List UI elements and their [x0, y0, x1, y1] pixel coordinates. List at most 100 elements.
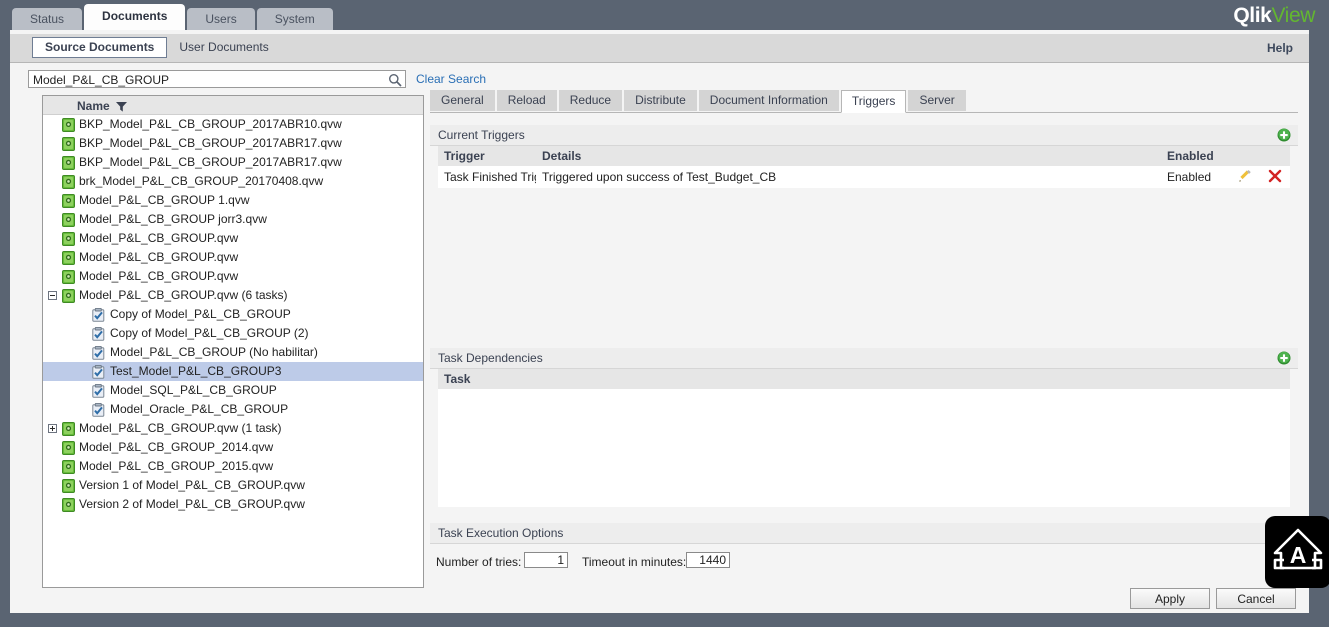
sub-navigation: Source Documents User Documents	[32, 37, 281, 58]
task-icon	[92, 383, 105, 398]
svg-text:A: A	[1290, 542, 1307, 568]
list-item[interactable]: Version 2 of Model_P&L_CB_GROUP.qvw	[43, 495, 423, 514]
list-item-label: BKP_Model_P&L_CB_GROUP_2017ABR17.qvw	[79, 136, 342, 150]
list-item[interactable]: Model_Oracle_P&L_CB_GROUP	[43, 400, 423, 419]
sub-tab-source-documents[interactable]: Source Documents	[32, 37, 168, 58]
main-tab-users[interactable]: Users	[187, 8, 255, 30]
list-item[interactable]: Model_P&L_CB_GROUP.qvw	[43, 229, 423, 248]
list-item[interactable]: Model_P&L_CB_GROUP (No habilitar)	[43, 343, 423, 362]
number-of-tries-field[interactable]	[524, 552, 568, 568]
application-window: Status Documents Users System QlikView S…	[0, 0, 1329, 627]
list-item[interactable]: Model_P&L_CB_GROUP_2014.qvw	[43, 438, 423, 457]
document-icon	[62, 118, 75, 132]
document-icon	[62, 479, 75, 493]
funnel-icon[interactable]	[116, 101, 127, 115]
list-item-label: Model_P&L_CB_GROUP (No habilitar)	[110, 345, 318, 359]
add-trigger-button[interactable]	[1277, 128, 1291, 142]
list-item[interactable]: Version 1 of Model_P&L_CB_GROUP.qvw	[43, 476, 423, 495]
document-list-body[interactable]: BKP_Model_P&L_CB_GROUP_2017ABR10.qvw BKP…	[43, 115, 423, 588]
list-item-label: Model_Oracle_P&L_CB_GROUP	[110, 402, 289, 416]
main-tab-status[interactable]: Status	[12, 8, 83, 30]
content-area: Source Documents User Documents Help Cle	[10, 30, 1309, 613]
list-item[interactable]: Model_P&L_CB_GROUP_2015.qvw	[43, 457, 423, 476]
qlikview-logo: QlikView	[1233, 4, 1315, 28]
document-icon	[62, 441, 75, 455]
timeout-label: Timeout in minutes:	[582, 555, 687, 569]
detail-tab-server[interactable]: Server	[908, 90, 966, 111]
number-of-tries-input[interactable]	[525, 553, 567, 567]
trigger-name: Task Finished Trigge	[444, 170, 536, 184]
list-item[interactable]: Model_P&L_CB_GROUP.qvw	[43, 248, 423, 267]
list-item[interactable]: Model_P&L_CB_GROUP jorr3.qvw	[43, 210, 423, 229]
list-item[interactable]: Model_P&L_CB_GROUP.qvw	[43, 267, 423, 286]
list-item-label: BKP_Model_P&L_CB_GROUP_2017ABR17.qvw	[79, 155, 342, 169]
list-item[interactable]: Model_P&L_CB_GROUP.qvw (6 tasks)	[43, 286, 423, 305]
search-box[interactable]	[28, 70, 406, 88]
search-icon[interactable]	[388, 73, 402, 87]
detail-tab-general[interactable]: General	[430, 90, 495, 111]
list-item[interactable]: Model_SQL_P&L_CB_GROUP	[43, 381, 423, 400]
list-item-label: Version 2 of Model_P&L_CB_GROUP.qvw	[79, 497, 305, 511]
document-icon	[62, 460, 75, 474]
task-icon	[92, 402, 105, 417]
apply-button[interactable]: Apply	[1130, 588, 1210, 609]
edit-pencil-icon[interactable]	[1238, 169, 1252, 186]
triggers-grid-header: Trigger Details Enabled	[438, 146, 1290, 166]
delete-x-icon[interactable]	[1268, 169, 1282, 186]
document-icon	[62, 137, 75, 151]
task-dependencies-header: Task Dependencies	[430, 348, 1298, 369]
right-pane: General Reload Reduce Distribute Document In…	[430, 90, 1298, 614]
main-tab-documents[interactable]: Documents	[84, 4, 186, 30]
sub-tab-user-documents[interactable]: User Documents	[167, 37, 280, 58]
list-item[interactable]: Copy of Model_P&L_CB_GROUP	[43, 305, 423, 324]
document-list-header: Name	[43, 96, 423, 115]
trigger-column-enabled: Enabled	[1167, 149, 1214, 163]
trigger-details: Triggered upon success of Test_Budget_CB	[542, 170, 777, 184]
logo-qlik-text: Qlik	[1233, 4, 1272, 27]
document-list-panel: Name BKP_Model_P&L_CB_GROUP_2017ABR10.qv…	[42, 95, 424, 588]
list-item-selected[interactable]: Test_Model_P&L_CB_GROUP3	[43, 362, 423, 381]
detail-tab-triggers[interactable]: Triggers	[840, 90, 907, 113]
collapse-icon[interactable]	[48, 291, 57, 300]
expand-icon[interactable]	[48, 424, 57, 433]
timeout-field[interactable]	[686, 552, 730, 568]
sub-navigation-bar: Source Documents User Documents Help	[10, 34, 1309, 63]
home-letter-a-icon: A	[1273, 528, 1323, 570]
trigger-row[interactable]: Task Finished Trigge Triggered upon succ…	[438, 166, 1290, 188]
main-tab-system[interactable]: System	[256, 8, 333, 30]
search-row: Clear Search	[28, 70, 486, 88]
detail-tab-reload[interactable]: Reload	[496, 90, 557, 111]
clear-search-link[interactable]: Clear Search	[416, 72, 486, 86]
detail-tab-strip: General Reload Reduce Distribute Document In…	[430, 90, 1298, 113]
detail-tab-distribute[interactable]: Distribute	[624, 90, 697, 111]
list-item[interactable]: Model_P&L_CB_GROUP.qvw (1 task)	[43, 419, 423, 438]
add-dependency-button[interactable]	[1277, 351, 1291, 365]
search-input[interactable]	[33, 72, 383, 87]
list-item-label: BKP_Model_P&L_CB_GROUP_2017ABR10.qvw	[79, 117, 342, 131]
detail-tab-reduce[interactable]: Reduce	[558, 90, 623, 111]
task-dependencies-title: Task Dependencies	[438, 351, 543, 365]
cancel-button[interactable]: Cancel	[1216, 588, 1296, 609]
detail-tab-document-information[interactable]: Document Information	[698, 90, 839, 111]
current-triggers-header: Current Triggers	[430, 125, 1298, 146]
overlay-badge[interactable]: A	[1265, 516, 1329, 588]
document-icon	[62, 270, 75, 284]
top-bar: Status Documents Users System QlikView	[0, 0, 1329, 30]
trigger-column-details: Details	[542, 149, 582, 163]
list-item-label: Model_SQL_P&L_CB_GROUP	[110, 383, 277, 397]
list-item[interactable]: BKP_Model_P&L_CB_GROUP_2017ABR17.qvw	[43, 153, 423, 172]
list-item-label: Model_P&L_CB_GROUP.qvw	[79, 250, 239, 264]
list-item-label: Model_P&L_CB_GROUP.qvw	[79, 269, 239, 283]
list-item[interactable]: Model_P&L_CB_GROUP 1.qvw	[43, 191, 423, 210]
left-pane: Clear Search Name BKP_Model_P&L_CB_GROUP…	[28, 70, 486, 588]
help-link[interactable]: Help	[1267, 41, 1293, 55]
task-execution-options-header: Task Execution Options	[430, 523, 1298, 544]
main-navigation: Status Documents Users System	[12, 4, 335, 30]
logo-view-text: View	[1271, 4, 1315, 27]
list-item-label: Model_P&L_CB_GROUP.qvw (1 task)	[79, 421, 282, 435]
list-item[interactable]: Copy of Model_P&L_CB_GROUP (2)	[43, 324, 423, 343]
timeout-input[interactable]	[687, 553, 729, 567]
list-item[interactable]: BKP_Model_P&L_CB_GROUP_2017ABR17.qvw	[43, 134, 423, 153]
list-item[interactable]: brk_Model_P&L_CB_GROUP_20170408.qvw	[43, 172, 423, 191]
list-item[interactable]: BKP_Model_P&L_CB_GROUP_2017ABR10.qvw	[43, 115, 423, 134]
